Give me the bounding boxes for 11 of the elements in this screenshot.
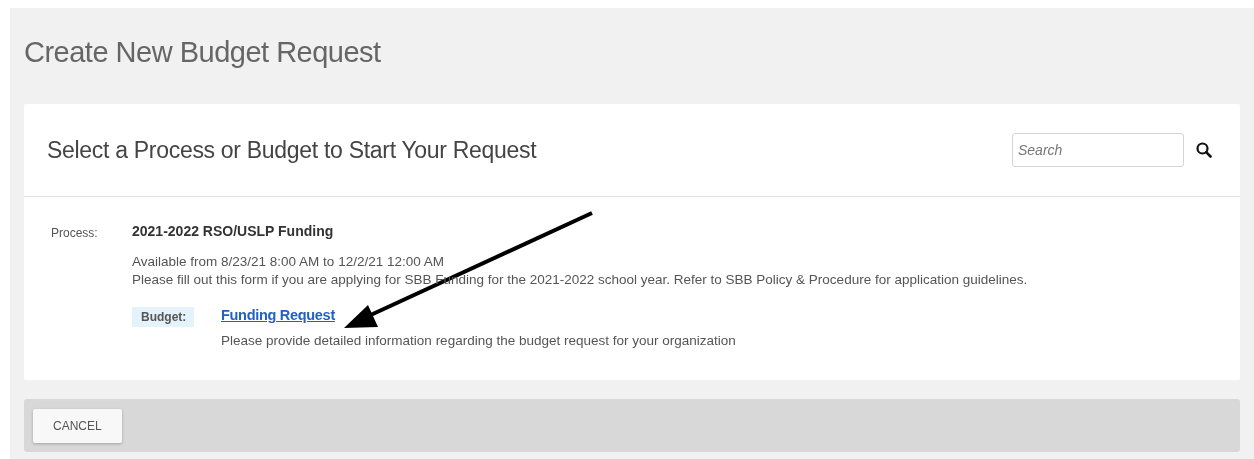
budget-description: Please provide detailed information regarding the budget request for your organization — [221, 332, 736, 350]
search-field[interactable]: Search — [1012, 133, 1184, 167]
process-label: Process: — [51, 225, 99, 242]
search-icon[interactable] — [1196, 142, 1212, 158]
card-heading: Select a Process or Budget to Start Your Request — [47, 136, 538, 164]
availability-text: Available from 8/23/21 8:00 AM to 12/2/21 12:00 AM — [132, 253, 444, 271]
process-name: 2021-2022 RSO/USLP Funding — [132, 223, 335, 239]
budget-link[interactable]: Funding Request — [221, 307, 736, 323]
page-title: Create New Budget Request — [24, 35, 382, 70]
budget-label: Budget: — [132, 307, 194, 327]
cancel-button[interactable]: CANCEL — [33, 409, 122, 443]
